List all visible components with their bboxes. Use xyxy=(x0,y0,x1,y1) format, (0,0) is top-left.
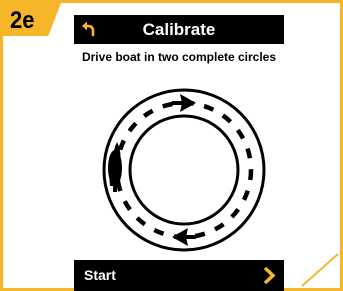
start-label: Start xyxy=(84,267,116,283)
step-badge-label: 2e xyxy=(10,5,35,34)
arrow-left-icon xyxy=(172,228,196,246)
instruction-text: Drive boat in two complete circles xyxy=(81,50,277,64)
start-button[interactable]: Start xyxy=(74,260,284,291)
back-arrow-icon[interactable] xyxy=(80,19,102,40)
chevron-right-icon xyxy=(263,266,276,285)
instruction-card: 2e Calibrate Drive boat in two complete … xyxy=(0,0,343,291)
corner-decoration xyxy=(301,253,339,287)
inner-ring xyxy=(128,114,240,226)
dashed-path xyxy=(114,100,254,240)
circle-diagram xyxy=(102,88,266,252)
step-badge: 2e xyxy=(3,3,61,36)
outer-ring xyxy=(102,88,266,252)
boat-hull xyxy=(108,150,122,186)
arrow-right-icon xyxy=(172,94,196,112)
device-screen: Calibrate Drive boat in two complete cir… xyxy=(74,15,284,291)
page-title: Calibrate xyxy=(142,20,216,39)
boat-motor xyxy=(113,185,117,192)
header-bar: Calibrate xyxy=(74,15,284,44)
